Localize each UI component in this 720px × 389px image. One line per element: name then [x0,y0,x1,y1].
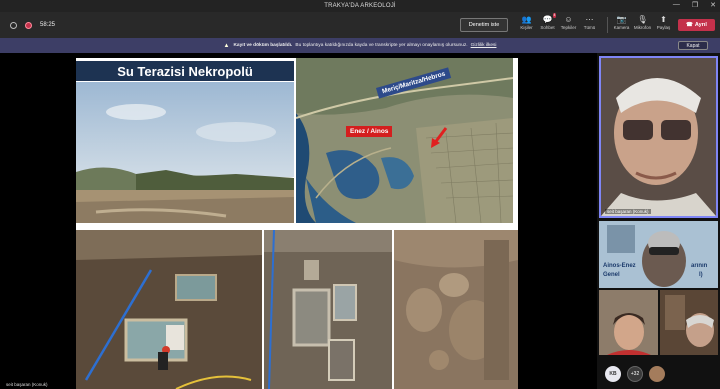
meeting-timer: 58:25 [40,22,56,28]
recording-icon [25,21,32,29]
request-control-button[interactable]: Denetim iste [460,18,508,32]
toolbar-media: 📷 Kamera 🎙 Mikrofon ⬆ Paylaş [611,14,674,30]
banner-bold-text: Kayıt ve döküm başlatıldı. [233,43,293,48]
window-controls: — ❐ ✕ [673,1,716,9]
banner-close-button[interactable]: Kapat [678,41,708,50]
reactions-button[interactable]: ☺ Tepkiler [558,14,579,30]
reactions-label: Tepkiler [560,25,577,30]
more-participants[interactable]: +32 [627,365,643,382]
leave-label: Ayrıl [694,22,707,28]
shield-icon[interactable] [10,21,17,29]
aerial-map-photo: Meriç/Maritza/Hebros Enez / Ainos [296,58,513,223]
active-speaker-name: seit başaran (Konuk) [605,209,651,214]
slide-text-right-2: l) [699,272,703,278]
title-bar: TRAKYA'DA ARKEOLOJİ — ❐ ✕ [0,0,720,12]
maximize-button[interactable]: ❐ [692,1,698,9]
recording-banner: ▲ Kayıt ve döküm başlatıldı. Bu toplantı… [0,38,720,53]
site-label: Enez / Ainos [346,126,393,137]
phone-icon: ☎ [686,22,693,28]
avatar-photo[interactable] [649,365,665,382]
necropolis-landscape-photo [76,82,294,223]
presentation-slide: Su Terazisi Nekropolü Meriç/Maritza/Hebr… [76,58,518,389]
share-button[interactable]: ⬆ Paylaş [653,14,674,30]
participant-video-slide[interactable]: Ainos-Enez arının Genel l) [599,221,718,288]
shared-screen: Su Terazisi Nekropolü Meriç/Maritza/Hebr… [0,53,597,389]
slide-text-left-2: Genel [603,272,620,278]
chat-button[interactable]: 💬 4 Sohbet [537,13,558,30]
chat-icon: 💬 4 [542,13,557,24]
participant-avatars: KB +32 [597,358,720,389]
mic-button[interactable]: 🎙 Mikrofon [632,14,653,30]
people-label: Kişiler [520,25,533,30]
slide-text-left: Ainos-Enez [603,263,636,269]
toolbar-left: 58:25 [0,21,56,29]
mic-off-icon: 🎙 [637,15,648,24]
participant-video-3[interactable] [599,290,658,355]
mic-label: Mikrofon [633,25,652,30]
avatar-kb[interactable]: KB [605,365,621,382]
privacy-link[interactable]: Gizlilik ilkesi [471,43,497,48]
window-title: TRAKYA'DA ARKEOLOJİ [324,3,396,9]
toolbar-actions: 👥 Kişiler 💬 4 Sohbet ☺ Tepkiler ⋯ Tümü [516,13,600,30]
chat-badge: 4 [552,13,557,18]
participant-video-4[interactable] [660,290,718,355]
more-button[interactable]: ⋯ Tümü [579,14,600,30]
share-icon: ⬆ [660,15,667,24]
active-speaker-video[interactable]: seit başaran (Konuk) [599,56,718,218]
slide-title: Su Terazisi Nekropolü [76,61,294,81]
people-icon: 👥 [521,15,532,24]
minimize-button[interactable]: — [673,1,680,9]
camera-label: Kamera [613,25,630,30]
banner-text: Bu toplantıya katıldığınızda kayda ve tr… [295,43,468,48]
more-icon: ⋯ [585,15,594,24]
camera-off-icon: 📷 [616,15,627,24]
excavation-photo-2 [264,230,392,389]
leave-button[interactable]: ☎ Ayrıl [678,19,715,31]
camera-button[interactable]: 📷 Kamera [611,14,632,30]
share-label: Paylaş [656,25,671,30]
excavation-photo-1 [76,230,262,389]
slide-text-right: arının [691,263,708,269]
toolbar-divider [607,17,608,33]
warning-icon: ▲ [223,42,230,49]
more-label: Tümü [583,25,596,30]
presenter-name-tag: seit başaran (Konuk) [4,382,50,387]
people-button[interactable]: 👥 Kişiler [516,14,537,30]
participant-videos: seit başaran (Konuk) Ainos-Enez arının G… [597,53,720,389]
reactions-icon: ☺ [564,15,573,24]
meeting-toolbar: 58:25 Denetim iste 👥 Kişiler 💬 4 Sohbet ☺… [0,12,720,38]
close-window-button[interactable]: ✕ [710,1,716,9]
excavation-photo-3 [394,230,518,389]
chat-label: Sohbet [540,25,555,30]
